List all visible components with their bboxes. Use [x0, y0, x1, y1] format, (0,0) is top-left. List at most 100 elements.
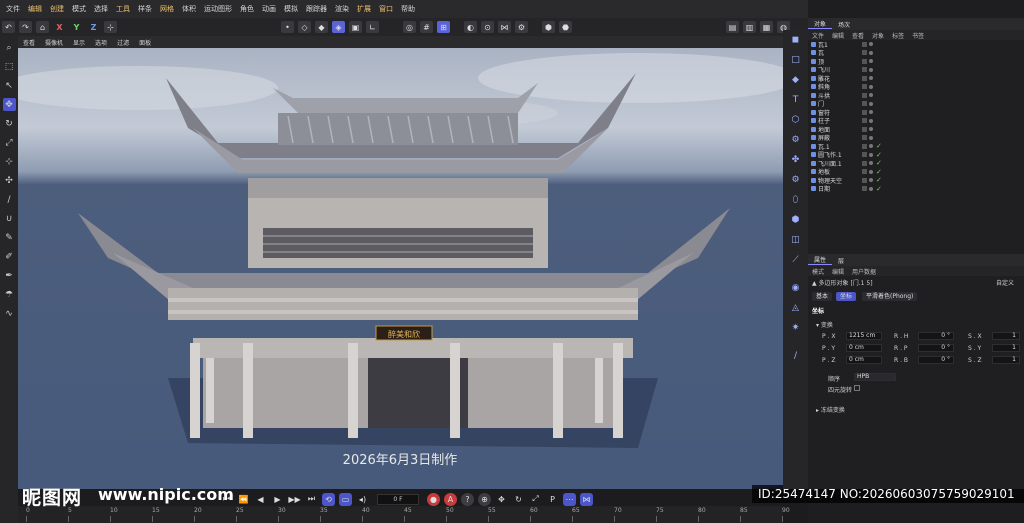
menu-item-13[interactable]: 跟踪器	[302, 4, 331, 14]
attr-menu-userdata[interactable]: 用户数据	[848, 267, 880, 276]
light-icon[interactable]: ✷	[789, 321, 803, 335]
scale-z-field[interactable]: 1	[992, 356, 1020, 364]
attr-custom-button[interactable]: 自定义	[996, 278, 1014, 287]
magnet-icon[interactable]: ∪	[3, 212, 16, 225]
object-menu-item-4[interactable]: 标签	[888, 31, 908, 40]
layer-swatch-icon[interactable]	[862, 169, 867, 175]
render-settings-icon[interactable]: ⚙	[515, 21, 528, 33]
brush-icon[interactable]: ✎	[3, 231, 16, 244]
visibility-dot-icon[interactable]	[869, 59, 873, 64]
clapper-settings-icon[interactable]: ▦	[760, 21, 773, 33]
sound-icon[interactable]: ◂)	[356, 493, 369, 506]
scale-icon[interactable]: ⤢	[3, 136, 16, 149]
prev-frame-icon[interactable]: ◀	[254, 493, 267, 506]
edit-render-settings-icon[interactable]: ⬣	[559, 21, 572, 33]
key-param-icon[interactable]: P	[546, 493, 559, 506]
layer-swatch-icon[interactable]	[862, 84, 867, 90]
key-position-icon[interactable]: ⊕	[478, 492, 491, 506]
select-rect-icon[interactable]: ⬚	[3, 60, 16, 73]
enabled-check-icon[interactable]: ✓	[876, 151, 882, 159]
visibility-dot-icon[interactable]	[869, 110, 873, 115]
menu-item-3[interactable]: 模式	[68, 4, 90, 14]
enabled-check-icon[interactable]: ✓	[876, 168, 882, 176]
object-row[interactable]: 门	[808, 100, 1024, 108]
visibility-dot-icon[interactable]	[869, 118, 873, 123]
x-axis-toggle[interactable]: X	[53, 21, 66, 33]
menu-item-2[interactable]: 创建	[46, 4, 68, 14]
subdivision-icon[interactable]: ◆	[789, 73, 803, 87]
object-row[interactable]: 窗符	[808, 108, 1024, 117]
subtab-phong[interactable]: 平滑着色(Phong)	[862, 292, 918, 301]
object-row[interactable]: 瓦.1 ✓	[808, 142, 1024, 151]
volume-icon[interactable]: ⬯	[789, 193, 803, 207]
key-scale-icon[interactable]: ⤢	[529, 493, 542, 506]
enabled-check-icon[interactable]: ✓	[876, 159, 882, 167]
clapper-play-icon[interactable]: ▥	[743, 21, 756, 33]
layer-swatch-icon[interactable]	[862, 50, 867, 56]
camera-icon[interactable]: ◫	[789, 233, 803, 247]
visibility-dot-icon[interactable]	[869, 144, 873, 149]
key-pla-icon[interactable]: ⋯	[563, 492, 576, 506]
layer-swatch-icon[interactable]	[862, 177, 867, 183]
workplane-icon[interactable]: ⊞	[437, 21, 450, 33]
rot-p-field[interactable]: 0 °	[918, 344, 954, 352]
visibility-dot-icon[interactable]	[869, 186, 873, 191]
attr-group-transform[interactable]: ▾ 变换	[816, 320, 833, 329]
viewport-menu-item-3[interactable]: 选项	[90, 38, 112, 47]
nurbs-icon[interactable]: ⬡	[789, 113, 803, 127]
menu-item-11[interactable]: 动画	[258, 4, 280, 14]
pos-z-field[interactable]: 0 cm	[846, 356, 882, 364]
order-select[interactable]: HPB	[854, 373, 896, 381]
texture-mode-icon[interactable]: ▣	[349, 21, 362, 33]
layer-swatch-icon[interactable]	[862, 58, 867, 64]
layer-swatch-icon[interactable]	[862, 160, 867, 166]
object-row[interactable]: 瓦1	[808, 40, 1024, 49]
visibility-dot-icon[interactable]	[869, 50, 873, 55]
visibility-dot-icon[interactable]	[869, 67, 873, 72]
menu-item-10[interactable]: 角色	[236, 4, 258, 14]
timeline-ruler[interactable]: 0 5 10 15 20 25 30 35 40 45 50 55 60 65 70 75 80 85 90	[18, 506, 790, 523]
layer-swatch-icon[interactable]	[862, 135, 867, 141]
menu-item-17[interactable]: 帮助	[397, 4, 419, 14]
object-menu-item-2[interactable]: 查看	[848, 31, 868, 40]
visibility-dot-icon[interactable]	[869, 152, 873, 157]
keyframe-selection-icon[interactable]: ?	[461, 492, 474, 506]
rotate-icon[interactable]: ↻	[3, 117, 16, 130]
deformer-icon[interactable]: ⚙	[789, 173, 803, 187]
y-axis-toggle[interactable]: Y	[70, 21, 83, 33]
visibility-dot-icon[interactable]	[869, 93, 873, 98]
polygons-mode-icon[interactable]: ◆	[315, 21, 328, 33]
object-row[interactable]: 飞川面.1 ✓	[808, 159, 1024, 168]
visibility-dot-icon[interactable]	[869, 135, 873, 140]
axis-mode-icon[interactable]: ∟	[366, 21, 379, 33]
transform-icon[interactable]: ⊹	[3, 155, 16, 168]
object-menu-item-0[interactable]: 文件	[808, 31, 828, 40]
viewport-menu-item-4[interactable]: 过滤	[112, 38, 134, 47]
edges-mode-icon[interactable]: ◇	[298, 21, 311, 33]
points-mode-icon[interactable]: •	[281, 21, 294, 33]
object-menu-item-3[interactable]: 对象	[868, 31, 888, 40]
viewport-menu-item-1[interactable]: 摄像机	[40, 38, 68, 47]
spline-icon[interactable]: □	[789, 53, 803, 67]
menu-item-14[interactable]: 渲染	[331, 4, 353, 14]
viewport-menu-item-0[interactable]: 查看	[18, 38, 40, 47]
enabled-check-icon[interactable]: ✓	[876, 142, 882, 150]
record-icon[interactable]: ●	[427, 492, 440, 506]
symmetry-icon[interactable]: ⋈	[498, 21, 511, 33]
object-row[interactable]: 物理天空 ✓	[808, 176, 1024, 185]
visibility-dot-icon[interactable]	[869, 127, 873, 132]
visibility-dot-icon[interactable]	[869, 161, 873, 166]
spline-pen-icon[interactable]: ✒	[3, 269, 16, 282]
layer-swatch-icon[interactable]	[862, 186, 867, 192]
model-mode-icon[interactable]: ◈	[332, 21, 345, 33]
object-row[interactable]: 斗拱	[808, 91, 1024, 100]
tab-attributes[interactable]: 属性	[808, 255, 833, 265]
object-menu-item-1[interactable]: 编辑	[828, 31, 848, 40]
snap-icon[interactable]: ◎	[403, 21, 416, 33]
effector-icon[interactable]: ✤	[789, 153, 803, 167]
scale-x-field[interactable]: 1	[992, 332, 1020, 340]
enabled-check-icon[interactable]: ✓	[876, 176, 882, 184]
key-move-icon[interactable]: ✥	[495, 493, 508, 506]
pen-icon[interactable]: ∕	[789, 349, 803, 363]
rot-b-field[interactable]: 0 °	[918, 356, 954, 364]
